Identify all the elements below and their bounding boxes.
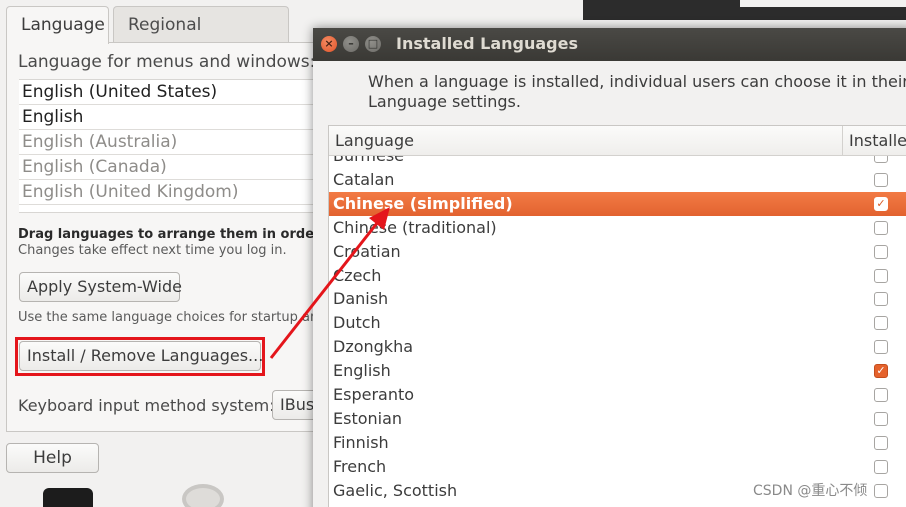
language-name: Estonian: [333, 408, 403, 428]
language-row[interactable]: Czech: [329, 264, 906, 288]
language-row[interactable]: Croatian: [329, 240, 906, 264]
settings-gear-icon[interactable]: [182, 484, 224, 507]
install-button-highlight: [15, 337, 265, 376]
apply-system-wide-button[interactable]: Apply System-Wide: [19, 272, 182, 302]
language-name: Croatian: [333, 241, 401, 261]
watermark: CSDN @重心不倾: [753, 483, 868, 499]
language-name: Chinese (traditional): [333, 217, 497, 237]
language-row[interactable]: Catalan: [329, 168, 906, 192]
language-row[interactable]: French: [329, 455, 906, 479]
tab-language[interactable]: Language: [6, 6, 109, 44]
installed-checkbox[interactable]: [874, 435, 888, 450]
installed-checkbox[interactable]: [874, 483, 888, 498]
dialog-titlebar: × – □ Installed Languages: [313, 28, 906, 61]
drag-hint-bold: Drag languages to arrange them in order …: [18, 227, 360, 242]
installed-languages-dialog: × – □ Installed Languages When a languag…: [313, 28, 906, 507]
tab-regional-formats[interactable]: Regional Formats: [113, 6, 289, 71]
language-name: Dzongkha: [333, 337, 414, 357]
dialog-description-line2: Language settings.: [368, 92, 521, 111]
language-name: Gaelic, Scottish: [333, 480, 458, 500]
column-installed[interactable]: Installed: [842, 126, 906, 156]
language-name: Czech: [333, 265, 382, 285]
installed-checkbox[interactable]: [874, 459, 888, 474]
language-row[interactable]: Danish: [329, 287, 906, 311]
installed-checkbox[interactable]: [874, 388, 888, 402]
installed-checkbox[interactable]: [874, 172, 888, 187]
background-window-edge: [583, 0, 906, 20]
installed-checkbox[interactable]: [874, 268, 888, 283]
language-row[interactable]: Chinese (traditional): [329, 216, 906, 240]
dialog-description: When a language is installed, individual…: [368, 72, 906, 112]
installed-checkbox[interactable]: [874, 220, 888, 235]
installed-checkbox[interactable]: ✓: [874, 196, 888, 211]
installed-checkbox[interactable]: [874, 156, 888, 163]
table-header: Language Installed: [329, 126, 906, 156]
language-name: French: [333, 456, 387, 476]
language-row[interactable]: Estonian: [329, 407, 906, 431]
maximize-icon[interactable]: □: [365, 36, 381, 52]
column-language[interactable]: Language: [335, 126, 414, 156]
language-name: Chinese (simplified): [333, 193, 513, 213]
installed-checkbox[interactable]: [874, 340, 888, 355]
language-name: Finnish: [333, 432, 389, 452]
language-row[interactable]: Chinese (simplified) ✓: [329, 191, 906, 216]
language-row[interactable]: Dzongkha: [329, 335, 906, 359]
language-name: English: [333, 361, 391, 381]
drag-hint: Drag languages to arrange them in order …: [18, 227, 360, 259]
dialog-description-line1: When a language is installed, individual…: [368, 72, 906, 91]
table-body: BurmeseCatalanChinese (simplified)✓Chine…: [329, 156, 906, 507]
language-name: Catalan: [333, 169, 395, 189]
language-row[interactable]: Esperanto: [329, 383, 906, 407]
keyboard-input-label: Keyboard input method system:: [18, 396, 275, 415]
language-name: Burmese: [333, 156, 404, 168]
language-row[interactable]: Finnish: [329, 431, 906, 455]
installed-checkbox[interactable]: [874, 316, 888, 331]
dialog-title: Installed Languages: [396, 34, 579, 53]
drag-hint-text: Changes take effect next time you log in…: [18, 243, 287, 258]
terminal-icon[interactable]: [43, 488, 93, 507]
language-name: Dutch: [333, 313, 381, 333]
installed-checkbox[interactable]: ✓: [874, 364, 888, 379]
language-name: Esperanto: [333, 385, 415, 404]
installed-checkbox[interactable]: [874, 292, 888, 307]
installed-checkbox[interactable]: [874, 244, 888, 259]
screen: Language Regional Formats Language for m…: [0, 0, 906, 507]
menus-language-label: Language for menus and windows:: [18, 52, 316, 72]
language-name: Danish: [333, 289, 389, 309]
minimize-icon[interactable]: –: [343, 36, 359, 52]
help-button[interactable]: Help: [6, 443, 99, 473]
language-row[interactable]: Burmese: [329, 156, 906, 168]
close-icon[interactable]: ×: [321, 36, 337, 52]
startup-hint: Use the same language choices for startu…: [18, 310, 327, 325]
installed-checkbox[interactable]: [874, 411, 888, 426]
installed-languages-table[interactable]: Language Installed BurmeseCatalanChinese…: [328, 125, 906, 507]
language-row[interactable]: Dutch: [329, 311, 906, 335]
language-row[interactable]: English ✓: [329, 359, 906, 383]
